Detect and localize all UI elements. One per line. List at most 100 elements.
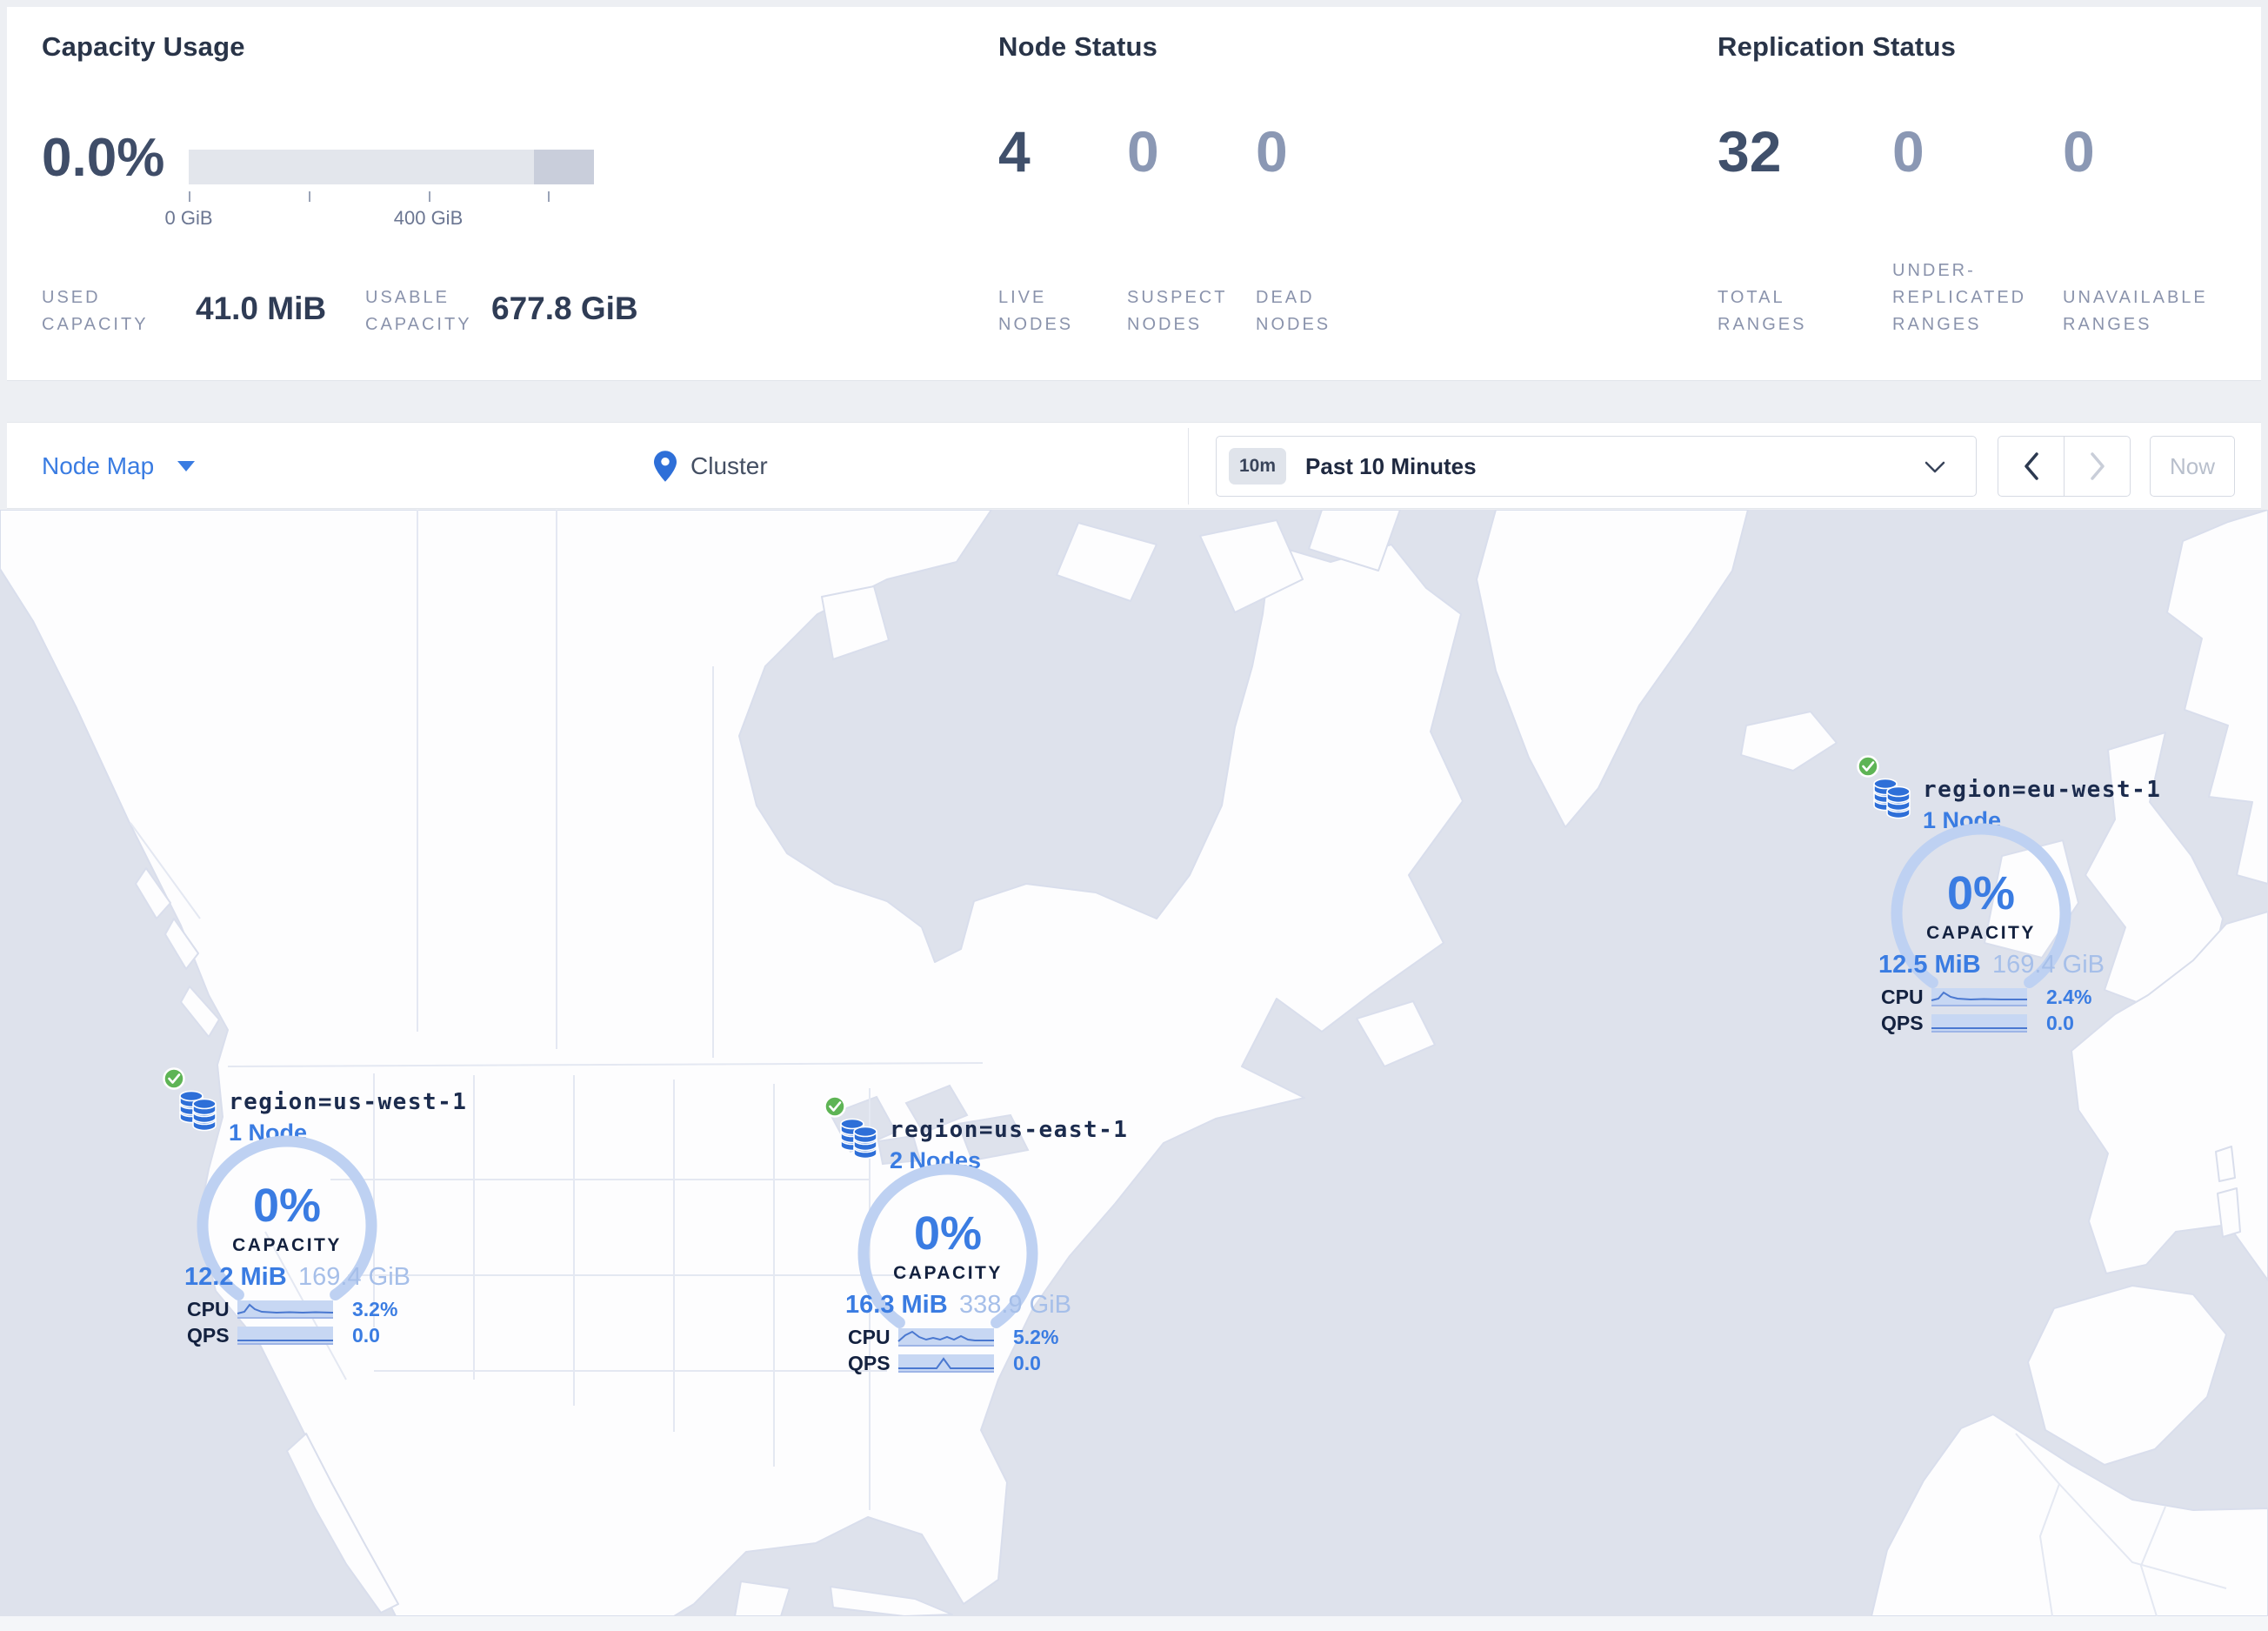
usable-capacity-label-line: CAPACITY [365,315,472,334]
qps-value: 0.0 [352,1324,380,1347]
used-capacity-label: USED CAPACITY [42,284,149,338]
breadcrumb-cluster-label: Cluster [690,452,768,479]
caret-down-icon [177,461,196,471]
chevron-left-icon [2024,452,2038,480]
qps-value: 0.0 [2046,1012,2074,1034]
region-name: region=us-east-1 [890,1117,1128,1143]
cpu-value: 5.2% [1013,1326,1058,1348]
usable-capacity-value: 677.8 GiB [491,291,638,326]
replication-status-label-line: RANGES [1718,315,1807,334]
node-status-label-line: NODES [1256,315,1331,334]
region-used-capacity: 16.3 MiB [845,1291,948,1319]
used-capacity-label-line: CAPACITY [42,315,149,334]
database-stack-icon [840,1118,877,1160]
check-circle-icon [163,1067,185,1090]
replication-status-label-line: RANGES [2063,315,2152,334]
used-capacity-label-line: USED [42,288,101,307]
region-total-capacity: 338.9 GiB [959,1291,1071,1319]
capacity-usage-title: Capacity Usage [42,31,245,62]
view-selector-dropdown[interactable]: Node Map [42,423,196,510]
capacity-axis-tick-label: 400 GiB [393,207,464,229]
database-stack-icon [179,1090,217,1132]
cpu-label: CPU [848,1326,891,1348]
node-status-title: Node Status [998,31,1158,62]
node-status-label: LIVE NODES [998,284,1073,338]
region-used-capacity: 12.2 MiB [184,1263,287,1291]
capacity-gauge-label: CAPACITY [893,1263,1003,1283]
replication-status-title: Replication Status [1718,31,1957,62]
capacity-bar-dark-segment [534,150,594,184]
page-footer-strip [0,1616,2268,1631]
region-used-capacity: 12.5 MiB [1878,951,1981,979]
location-pin-icon [654,451,677,482]
breadcrumb: Cluster [654,423,768,510]
chevron-down-icon [1924,461,1945,473]
time-step-controls [1998,436,2131,497]
database-stack-icon [1873,778,1911,819]
node-status-label-line: NODES [998,315,1074,334]
step-forward-button[interactable] [2064,437,2130,496]
replication-status-value: 32 [1718,119,1782,184]
capacity-axis-tick [428,191,430,202]
qps-value: 0.0 [1013,1352,1041,1374]
capacity-bar [189,150,594,184]
node-status-label: DEAD NODES [1256,284,1331,338]
node-status-label-line: LIVE [998,288,1047,307]
node-status-label-line: NODES [1127,315,1203,334]
cpu-sparkline-area [237,1300,333,1318]
node-status-value: 0 [1127,119,1159,184]
cpu-label: CPU [187,1298,230,1320]
capacity-gauge-label: CAPACITY [232,1235,342,1255]
region-total-capacity: 169.4 GiB [298,1263,410,1291]
cpu-sparkline-area [1931,988,2027,1006]
capacity-gauge-label: CAPACITY [1926,923,2036,943]
region-name: region=eu-west-1 [1923,777,2161,803]
usable-capacity-label: USABLE CAPACITY [365,284,472,338]
used-capacity-value: 41.0 MiB [196,291,327,326]
toolbar-divider [1188,428,1189,505]
cpu-value: 3.2% [352,1298,397,1320]
cpu-value: 2.4% [2046,986,2091,1008]
replication-status-label-line: UNAVAILABLE [2063,288,2208,307]
usable-capacity-label-line: USABLE [365,288,450,307]
qps-label: QPS [848,1352,891,1374]
region-name: region=us-west-1 [229,1089,467,1115]
check-circle-icon [1857,755,1879,778]
node-status-label-line: SUSPECT [1127,288,1228,307]
capacity-axis-tick-label: 0 GiB [164,207,213,229]
capacity-gauge-percent: 0% [253,1180,321,1232]
check-circle-icon [824,1095,846,1118]
capacity-percent: 0.0% [42,128,165,188]
capacity-gauge-percent: 0% [1947,867,2015,919]
capacity-axis-tick [547,191,550,202]
view-selector-label: Node Map [42,452,155,479]
region-marker[interactable]: region=us-east-12 Nodes0%CAPACITY16.3 Mi… [800,1088,1127,1384]
node-status-value: 0 [1256,119,1288,184]
step-back-button[interactable] [1998,437,2064,496]
replication-status-label-line: REPLICATED [1892,288,2027,307]
replication-status-value: 0 [1892,119,1924,184]
cpu-label: CPU [1881,986,1924,1008]
node-status-label: SUSPECT NODES [1127,284,1227,338]
node-map[interactable]: region=us-west-1 1 Node 0% CAPACITY 12.2 MiB… [0,510,2268,1616]
replication-status-label: TOTAL RANGES [1718,284,1806,338]
capacity-gauge-percent: 0% [914,1207,982,1260]
qps-label: QPS [187,1324,230,1347]
region-marker[interactable]: region=us-west-11 Node0%CAPACITY12.2 MiB… [139,1060,466,1356]
time-range-badge: 10m [1229,448,1287,485]
cluster-summary-panel: Capacity Usage 0.0% 0 GiB 400 GiB USED CAP… [7,7,2261,381]
replication-status-value: 0 [2063,119,2095,184]
now-button[interactable]: Now [2150,436,2235,497]
node-status-value: 4 [998,119,1031,184]
chevron-right-icon [2090,452,2105,480]
capacity-axis-tick [189,191,190,202]
replication-status-label: UNAVAILABLE RANGES [2063,284,2208,338]
replication-status-label-line: TOTAL [1718,288,1785,307]
capacity-axis-tick [308,191,310,202]
replication-status-label-line: UNDER- [1892,261,1976,280]
time-range-label: Past 10 Minutes [1305,452,1477,479]
region-marker[interactable]: region=eu-west-11 Node0%CAPACITY12.5 MiB… [1833,748,2160,1044]
replication-status-label: UNDER- REPLICATED RANGES [1892,257,2026,338]
time-range-dropdown[interactable]: 10m Past 10 Minutes [1216,436,1977,497]
qps-label: QPS [1881,1012,1924,1034]
